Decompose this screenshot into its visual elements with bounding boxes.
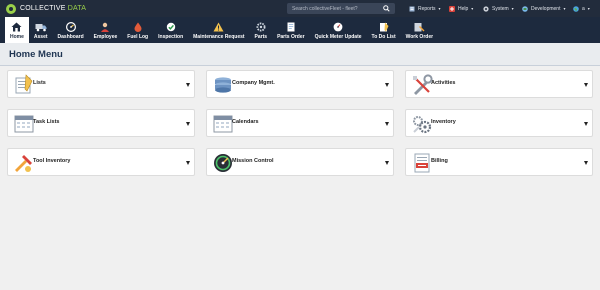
fuel-icon (134, 22, 142, 32)
meter-icon (333, 22, 343, 32)
top-bar: COLLECTIVE DATA Reports▾ Help▾ System▾ D… (0, 0, 600, 17)
chevron-down-icon[interactable] (385, 161, 389, 165)
chevron-down-icon[interactable] (584, 83, 588, 87)
inspection-icon (166, 22, 175, 32)
maintenance-icon (213, 22, 224, 32)
parts-order-icon (287, 22, 295, 32)
nav-dashboard[interactable]: Dashboard (53, 17, 89, 43)
menu-help[interactable]: Help ▾ (449, 0, 473, 17)
card-lists[interactable]: Lists (7, 70, 195, 98)
card-label: Tool Inventory (33, 158, 71, 164)
activities-icon (413, 74, 433, 95)
task-lists-icon (14, 115, 34, 133)
home-icon (11, 22, 22, 32)
billing-icon (414, 153, 430, 173)
card-company-mgmt[interactable]: Company Mgmt. (206, 70, 394, 98)
nav-fuel-log[interactable]: Fuel Log (122, 17, 153, 43)
brand-logo-icon (6, 3, 16, 14)
card-label: Lists (33, 80, 46, 86)
work-order-icon (414, 23, 425, 32)
lists-icon (15, 74, 33, 94)
search-input[interactable] (287, 3, 379, 14)
card-label: Inventory (431, 119, 456, 125)
card-label: Billing (431, 158, 448, 164)
chevron-down-icon[interactable] (385, 122, 389, 126)
nav-home[interactable]: Home (5, 17, 29, 43)
chevron-down-icon[interactable] (385, 83, 389, 87)
search-box (287, 3, 395, 14)
todo-icon (379, 22, 389, 32)
card-label: Company Mgmt. (232, 80, 275, 86)
brand-name: COLLECTIVE DATA (20, 5, 87, 12)
parts-icon (256, 22, 266, 32)
card-billing[interactable]: Billing (405, 148, 593, 176)
menu-system[interactable]: System ▾ (483, 0, 514, 17)
nav-quick-meter-update[interactable]: Quick Meter Update (310, 17, 367, 43)
card-calendars[interactable]: Calendars (206, 109, 394, 137)
nav-maintenance-request[interactable]: Maintenance Request (188, 17, 249, 43)
card-task-lists[interactable]: Task Lists (7, 109, 195, 137)
employee-icon (101, 22, 110, 32)
user-globe-icon (573, 5, 579, 12)
mission-control-icon (214, 154, 232, 172)
page-title-bar: Home Menu (0, 43, 600, 66)
card-label: Mission Control (232, 158, 274, 164)
main-nav: Home Asset Dashboard Employee Fuel Log I… (0, 17, 600, 43)
card-mission-control[interactable]: Mission Control (206, 148, 394, 176)
chevron-down-icon[interactable] (186, 83, 190, 87)
nav-work-order[interactable]: Work Order (401, 17, 438, 43)
chevron-down-icon[interactable] (584, 122, 588, 126)
nav-to-do-list[interactable]: To Do List (367, 17, 401, 43)
nav-asset[interactable]: Asset (29, 17, 53, 43)
menu-development[interactable]: Development ▾ (522, 0, 565, 17)
brand-logo[interactable]: COLLECTIVE DATA (6, 3, 87, 14)
card-label: Calendars (232, 119, 259, 125)
page-title: Home Menu (9, 49, 63, 60)
chevron-down-icon[interactable] (186, 161, 190, 165)
menu-reports[interactable]: Reports ▾ (409, 0, 441, 17)
chevron-down-icon[interactable] (584, 161, 588, 165)
menu-user[interactable]: a ▾ (573, 0, 590, 17)
card-inventory[interactable]: Inventory (405, 109, 593, 137)
card-label: Activities (431, 80, 456, 86)
chevron-down-icon[interactable] (186, 122, 190, 126)
tool-inventory-icon (15, 155, 32, 172)
nav-parts-order[interactable]: Parts Order (272, 17, 310, 43)
card-tool-inventory[interactable]: Tool Inventory (7, 148, 195, 176)
inventory-icon (413, 116, 432, 134)
nav-inspection[interactable]: Inspection (153, 17, 188, 43)
calendars-icon (213, 115, 233, 133)
card-label: Task Lists (33, 119, 60, 125)
nav-parts[interactable]: Parts (250, 17, 273, 43)
development-icon (522, 5, 528, 12)
card-activities[interactable]: Activities (405, 70, 593, 98)
help-icon (449, 5, 455, 12)
dashboard-icon (65, 22, 76, 32)
system-icon (483, 5, 489, 12)
truck-icon (35, 24, 47, 32)
reports-icon (409, 6, 415, 12)
search-icon[interactable] (379, 3, 393, 14)
company-icon (215, 77, 231, 93)
nav-employee[interactable]: Employee (89, 17, 123, 43)
